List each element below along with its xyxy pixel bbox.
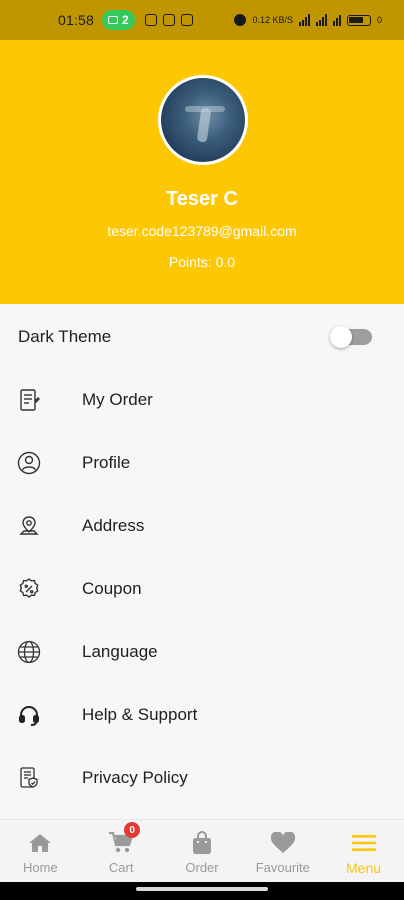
menu-item-coupon[interactable]: Coupon [0,564,404,614]
menu-item-address[interactable]: Address [0,501,404,551]
signal-icon [298,14,310,26]
notification-count: 2 [122,13,129,27]
status-bar: 01:58 2 0.12 KB/S 0 [0,0,404,40]
nav-label-home: Home [23,860,58,875]
bottom-navigation: Home 0 Cart Order Favourite Menu [0,819,404,882]
user-email: teser.code123789@gmail.com [107,223,297,239]
menu-label-help-support: Help & Support [82,705,198,724]
menu-item-my-order[interactable]: My Order [0,375,404,425]
menu-item-language[interactable]: Language [0,627,404,677]
headset-icon [16,702,42,728]
nav-label-favourite: Favourite [255,860,310,875]
user-points: Points: 0.0 [168,254,236,270]
menu-icon [351,830,377,856]
status-time: 01:58 [58,12,95,28]
app-notification-icon [180,14,193,26]
network-speed: 0.12 KB/S [252,15,293,25]
menu-item-privacy-policy[interactable]: Privacy Policy [0,753,404,803]
order-receipt-icon [16,387,42,413]
menu-item-profile[interactable]: Profile [0,438,404,488]
profile-icon [16,450,42,476]
dark-theme-toggle[interactable] [330,326,372,348]
user-name: Teser C [166,188,238,210]
dark-theme-label: Dark Theme [18,327,112,346]
profile-header: Teser C teser.code123789@gmail.com Point… [0,40,404,304]
heart-icon [270,830,296,856]
privacy-icon [16,765,42,791]
menu-label-coupon: Coupon [82,579,142,598]
nav-cart[interactable]: 0 Cart [81,820,162,882]
nav-order[interactable]: Order [162,820,243,882]
menu-label-address: Address [82,516,145,535]
battery-level: 0 [376,15,382,25]
nav-menu[interactable]: Menu [323,820,404,882]
location-pin-icon [16,513,42,539]
nav-label-order: Order [185,860,219,875]
status-app-icons [144,14,193,26]
dark-theme-row: Dark Theme [0,312,404,362]
menu-label-privacy-policy: Privacy Policy [82,768,188,787]
menu-label-profile: Profile [82,453,131,472]
instagram-icon [162,14,175,26]
globe-icon [16,639,42,665]
screen-icon [108,16,119,24]
wifi-icon [332,14,341,26]
home-indicator[interactable] [136,887,268,891]
nav-label-menu: Menu [346,860,382,876]
menu-label-language: Language [82,642,158,661]
home-icon [27,830,53,856]
nav-home[interactable]: Home [0,820,81,882]
app-notification-icon [144,14,157,26]
menu-label-my-order: My Order [82,390,153,409]
nav-label-cart: Cart [108,860,134,875]
avatar[interactable] [158,75,248,165]
bag-icon [189,830,215,856]
system-navigation-bar [0,882,404,900]
menu-item-help-support[interactable]: Help & Support [0,690,404,740]
notification-pill: 2 [102,10,135,30]
alarm-icon [234,14,247,26]
status-right: 0.12 KB/S 0 [234,14,382,26]
toggle-knob[interactable] [330,326,352,348]
nav-favourite[interactable]: Favourite [242,820,323,882]
battery-icon [346,14,371,26]
cart-badge: 0 [124,822,141,838]
coupon-icon [16,576,42,602]
cart-icon: 0 [108,822,141,856]
signal-icon [315,14,327,26]
